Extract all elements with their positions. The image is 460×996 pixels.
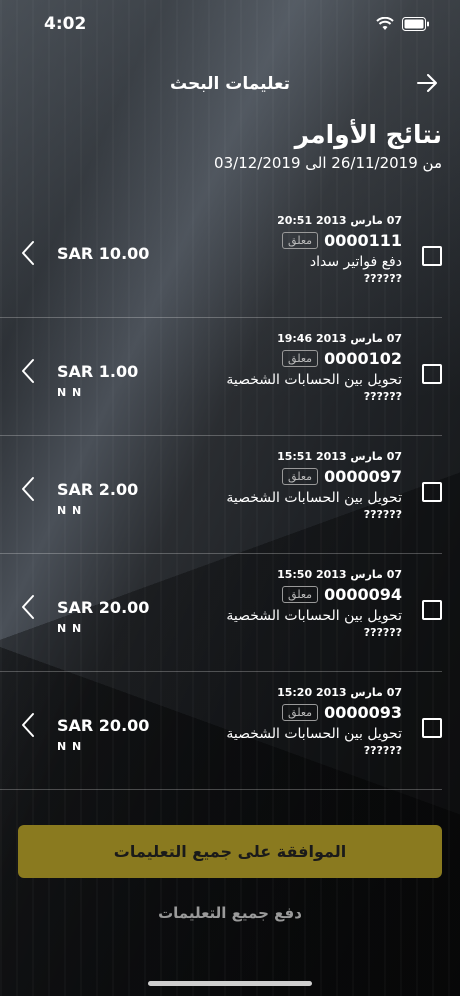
order-description: تحويل بين الحسابات الشخصية bbox=[226, 726, 402, 742]
list-item[interactable]: SAR 20.00 N N 07 مارس 2013 15:20 معلق 00… bbox=[0, 672, 442, 790]
account-name: N N bbox=[57, 622, 83, 635]
status-badge: معلق bbox=[282, 468, 319, 485]
results-header: نتائج الأوامر من 26/11/2019 الى 03/12/20… bbox=[214, 118, 442, 174]
account-name: N N bbox=[57, 386, 83, 399]
battery-icon bbox=[402, 16, 430, 35]
order-description: تحويل بين الحسابات الشخصية bbox=[226, 608, 402, 624]
reference-number: 0000094 bbox=[324, 585, 402, 604]
nav-title: تعليمات البحث bbox=[169, 74, 291, 94]
status-badge: معلق bbox=[282, 232, 319, 249]
amount: SAR 2.00 bbox=[57, 480, 139, 499]
wifi-icon bbox=[376, 16, 394, 35]
amount: SAR 20.00 bbox=[57, 598, 150, 617]
select-checkbox[interactable] bbox=[422, 246, 442, 266]
reference-number: 0000102 bbox=[324, 349, 402, 368]
chevron-left-icon bbox=[20, 594, 36, 620]
order-description: تحويل بين الحسابات الشخصية bbox=[226, 372, 402, 388]
select-checkbox[interactable] bbox=[422, 600, 442, 620]
reference-number: 0000097 bbox=[324, 467, 402, 486]
order-datetime: 07 مارس 2013 20:51 bbox=[277, 214, 402, 227]
amount: SAR 20.00 bbox=[57, 716, 150, 735]
select-checkbox[interactable] bbox=[422, 364, 442, 384]
list-item[interactable]: SAR 1.00 N N 07 مارس 2013 19:46 معلق 000… bbox=[0, 318, 442, 436]
order-details: 07 مارس 2013 15:20 معلق 0000093 تحويل بي… bbox=[142, 686, 402, 757]
amount: SAR 1.00 bbox=[57, 362, 139, 381]
status-badge: معلق bbox=[282, 704, 319, 721]
order-datetime: 07 مارس 2013 15:20 bbox=[277, 686, 402, 699]
status-badge: معلق bbox=[282, 350, 319, 367]
list-item[interactable]: SAR 10.00 07 مارس 2013 20:51 معلق 000011… bbox=[0, 200, 442, 318]
order-note: ?????? bbox=[363, 272, 402, 285]
orders-list: SAR 10.00 07 مارس 2013 20:51 معلق 000011… bbox=[0, 200, 460, 790]
chevron-left-icon bbox=[20, 358, 36, 384]
order-datetime: 07 مارس 2013 15:51 bbox=[277, 450, 402, 463]
date-range: من 26/11/2019 الى 03/12/2019 bbox=[214, 154, 442, 172]
navigation-bar: تعليمات البحث bbox=[0, 66, 460, 102]
back-arrow-icon[interactable] bbox=[412, 68, 442, 98]
status-bar: 4:02 bbox=[0, 0, 460, 50]
page-title: نتائج الأوامر bbox=[294, 120, 442, 149]
list-item[interactable]: SAR 20.00 N N 07 مارس 2013 15:50 معلق 00… bbox=[0, 554, 442, 672]
list-item[interactable]: SAR 2.00 N N 07 مارس 2013 15:51 معلق 000… bbox=[0, 436, 442, 554]
select-checkbox[interactable] bbox=[422, 482, 442, 502]
order-description: دفع فواتير سداد bbox=[309, 254, 402, 270]
order-note: ?????? bbox=[363, 744, 402, 757]
account-name: N N bbox=[57, 504, 83, 517]
account-name: N N bbox=[57, 740, 83, 753]
select-checkbox[interactable] bbox=[422, 718, 442, 738]
order-description: تحويل بين الحسابات الشخصية bbox=[226, 490, 402, 506]
order-details: 07 مارس 2013 15:51 معلق 0000097 تحويل بي… bbox=[142, 450, 402, 521]
order-datetime: 07 مارس 2013 15:50 bbox=[277, 568, 402, 581]
reference-number: 0000111 bbox=[324, 231, 402, 250]
status-badge: معلق bbox=[282, 586, 319, 603]
order-details: 07 مارس 2013 19:46 معلق 0000102 تحويل بي… bbox=[142, 332, 402, 403]
status-time: 4:02 bbox=[44, 14, 87, 34]
order-note: ?????? bbox=[363, 626, 402, 639]
order-note: ?????? bbox=[363, 390, 402, 403]
approve-all-button[interactable]: الموافقة على جميع التعليمات bbox=[18, 825, 442, 878]
chevron-left-icon bbox=[20, 240, 36, 266]
order-note: ?????? bbox=[363, 508, 402, 521]
pay-all-button[interactable]: دفع جميع التعليمات bbox=[0, 904, 460, 922]
home-indicator bbox=[148, 981, 312, 986]
chevron-left-icon bbox=[20, 712, 36, 738]
chevron-left-icon bbox=[20, 476, 36, 502]
order-datetime: 07 مارس 2013 19:46 bbox=[277, 332, 402, 345]
order-details: 07 مارس 2013 15:50 معلق 0000094 تحويل بي… bbox=[142, 568, 402, 639]
amount: SAR 10.00 bbox=[57, 244, 150, 263]
reference-number: 0000093 bbox=[324, 703, 402, 722]
order-details: 07 مارس 2013 20:51 معلق 0000111 دفع فوات… bbox=[142, 214, 402, 285]
